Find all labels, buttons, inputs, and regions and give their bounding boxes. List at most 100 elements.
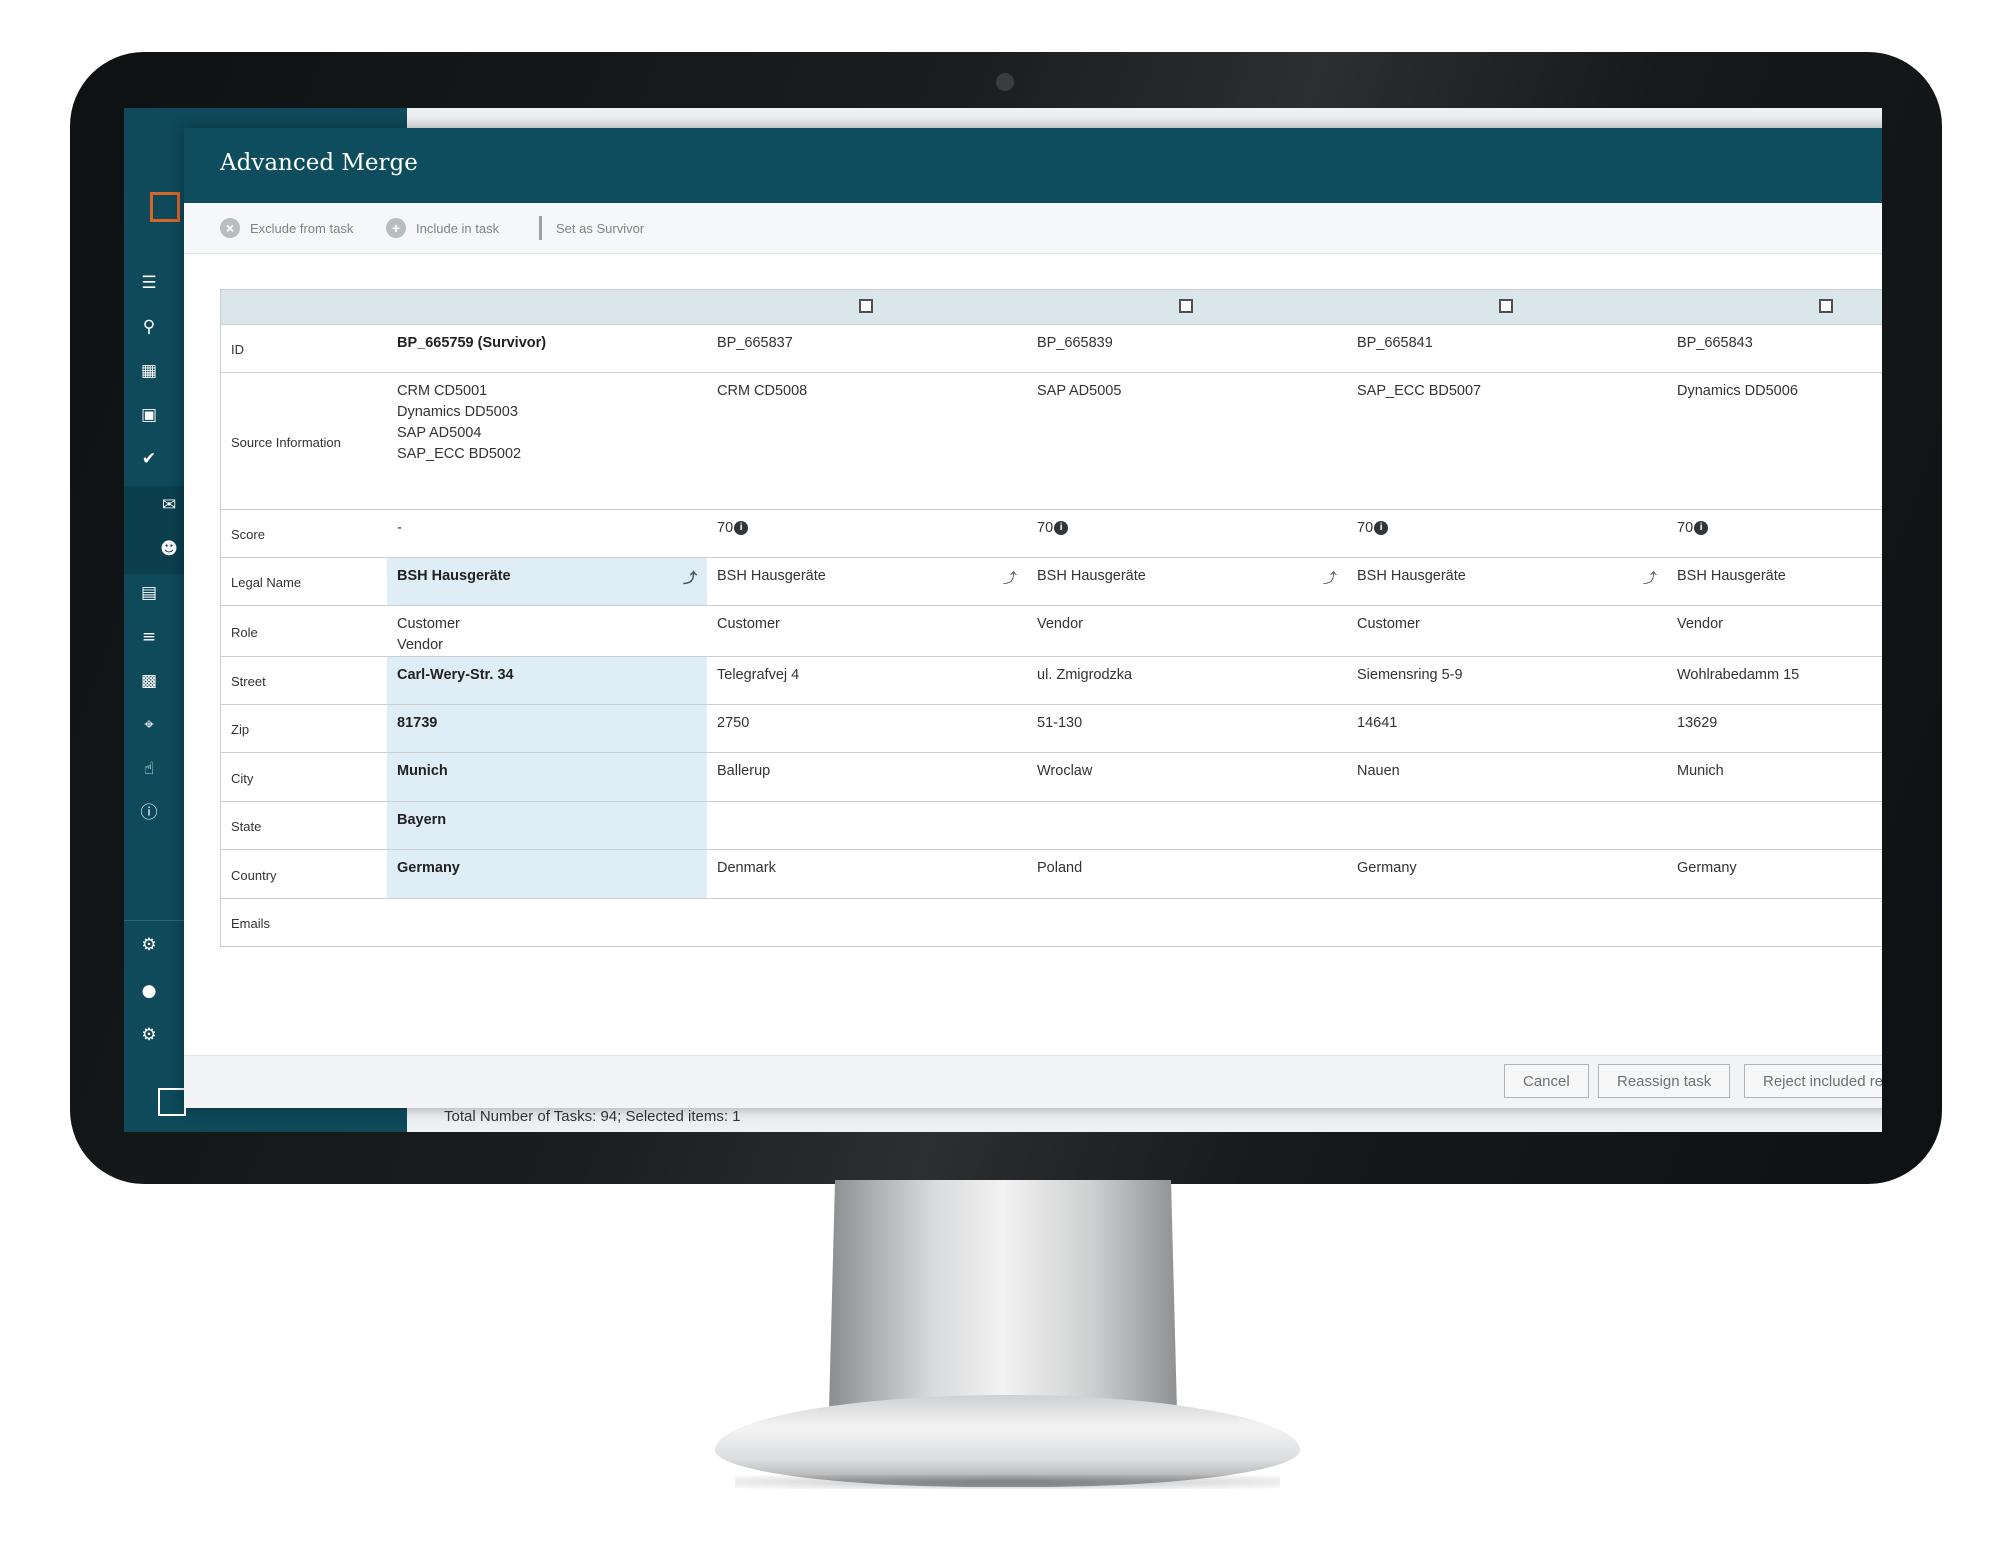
record-zip: 51-130 bbox=[1037, 715, 1083, 731]
record-score-cell: 70 i bbox=[1027, 510, 1347, 557]
record-score: 70 bbox=[1357, 520, 1374, 536]
record-legal-name-cell: BSH Hausgeräte ⤴ bbox=[707, 558, 1027, 605]
data-model-icon[interactable]: ▤ bbox=[138, 582, 160, 604]
record-checkbox[interactable] bbox=[1499, 299, 1513, 313]
filter-list-icon[interactable]: ≡ bbox=[138, 626, 160, 648]
row-label-score: Score bbox=[231, 527, 265, 542]
record-legal-name: BSH Hausgeräte bbox=[1357, 568, 1466, 584]
record-emails bbox=[1027, 899, 1347, 946]
table-row-score: Score - 70 i 70 i 70 i 70 i bbox=[221, 510, 1882, 558]
record-country: Germany bbox=[1677, 860, 1737, 876]
monitor-stand-shadow bbox=[735, 1475, 1280, 1489]
score-info-icon[interactable]: i bbox=[1694, 521, 1709, 536]
record-source-information: CRM CD5008 bbox=[717, 383, 808, 399]
record-score: 70 bbox=[717, 520, 734, 536]
crop-icon[interactable]: ⌖ bbox=[138, 714, 160, 736]
add-circle-icon: + bbox=[386, 218, 406, 238]
set-as-survivor-label: Set as Survivor bbox=[556, 220, 645, 236]
record-zip: 14641 bbox=[1357, 715, 1398, 731]
reject-included-records-button[interactable]: Reject included re bbox=[1744, 1064, 1882, 1098]
chat-icon[interactable]: ✉ bbox=[158, 494, 180, 516]
record-source-information: SAP AD5005 bbox=[1037, 383, 1122, 399]
cancel-button[interactable]: Cancel bbox=[1504, 1064, 1589, 1098]
record-street: Wohlrabedamm 15 bbox=[1677, 667, 1800, 683]
survivor-legal-name: BSH Hausgeräte bbox=[397, 568, 511, 584]
exclude-from-task-button[interactable]: × Exclude from task bbox=[220, 216, 353, 240]
record-checkbox[interactable] bbox=[1819, 299, 1833, 313]
row-label-source-information: Source Information bbox=[231, 434, 341, 450]
report-icon[interactable]: ▩ bbox=[138, 670, 160, 692]
search-icon[interactable]: ⚲ bbox=[138, 316, 160, 338]
record-checkbox[interactable] bbox=[859, 299, 873, 313]
record-country: Poland bbox=[1037, 860, 1083, 876]
dialog-header: Advanced Merge bbox=[184, 128, 1882, 203]
record-score: 70 bbox=[1037, 520, 1054, 536]
app-logo-icon bbox=[150, 192, 180, 222]
record-score: 70 bbox=[1677, 520, 1694, 536]
pin-icon[interactable]: ⤴ bbox=[1323, 568, 1337, 589]
screen: ☰ ⚲ ▦ ▣ ✔ ✉ ☻ ▤ ≡ ▩ ⌖ ☝ ⓘ ⚙ ● ⚙ Total Nu… bbox=[124, 108, 1882, 1132]
record-source-information: SAP_ECC BD5007 bbox=[1357, 383, 1482, 399]
record-city: Wroclaw bbox=[1037, 763, 1093, 779]
table-row-legal-name: Legal Name BSH Hausgeräte ⤴ BSH Hausgerät… bbox=[221, 558, 1882, 606]
row-label-city: City bbox=[231, 770, 254, 786]
record-state bbox=[707, 802, 1027, 849]
org-chart-icon[interactable]: ☰ bbox=[138, 272, 160, 294]
score-info-icon[interactable]: i bbox=[734, 521, 749, 536]
record-street: Siemensring 5-9 bbox=[1357, 667, 1463, 683]
survivor-zip: 81739 bbox=[387, 705, 707, 752]
survivor-id: BP_665759 (Survivor) bbox=[397, 335, 547, 351]
record-score-cell: 70 i bbox=[1667, 510, 1882, 557]
record-zip: 13629 bbox=[1677, 715, 1718, 731]
record-emails bbox=[1667, 899, 1882, 946]
touch-icon[interactable]: ☝ bbox=[138, 758, 160, 780]
user-icon[interactable]: ● bbox=[138, 980, 160, 1002]
row-label-state: State bbox=[231, 819, 262, 834]
pin-icon[interactable]: ⤴ bbox=[683, 568, 697, 589]
dialog-title: Advanced Merge bbox=[220, 150, 418, 176]
settings-icon[interactable]: ⚙ bbox=[138, 1024, 160, 1046]
row-label-zip: Zip bbox=[231, 722, 250, 737]
record-street: Telegrafvej 4 bbox=[717, 667, 800, 683]
exclude-from-task-label: Exclude from task bbox=[250, 220, 354, 236]
survivor-country: Germany bbox=[387, 850, 707, 898]
record-checkbox[interactable] bbox=[1179, 299, 1193, 313]
webcam bbox=[996, 73, 1014, 91]
record-id: BP_665837 bbox=[717, 335, 793, 351]
record-id: BP_665841 bbox=[1357, 335, 1433, 351]
record-city: Nauen bbox=[1357, 763, 1400, 779]
score-info-icon[interactable]: i bbox=[1054, 521, 1069, 536]
reassign-task-button[interactable]: Reassign task bbox=[1598, 1064, 1731, 1098]
row-label-role: Role bbox=[231, 624, 258, 640]
table-row-state: State Bayern bbox=[221, 802, 1882, 850]
user-settings-icon[interactable]: ☻ bbox=[158, 538, 180, 560]
survivor-city: Munich bbox=[387, 753, 707, 801]
hierarchy-icon[interactable]: ▦ bbox=[138, 360, 160, 382]
survivor-state: Bayern bbox=[387, 802, 707, 849]
table-row-id: ID BP_665759 (Survivor) BP_665837 BP_665… bbox=[221, 325, 1882, 373]
pin-icon[interactable]: ⤴ bbox=[1003, 568, 1017, 589]
score-info-icon[interactable]: i bbox=[1374, 521, 1389, 536]
collapse-sidebar-icon[interactable] bbox=[158, 1088, 186, 1116]
record-state bbox=[1667, 802, 1882, 849]
record-id: BP_665839 bbox=[1037, 335, 1113, 351]
row-label-emails: Emails bbox=[231, 916, 271, 931]
record-state bbox=[1027, 802, 1347, 849]
table-row-role: Role Customer Vendor Customer Vendor Cus… bbox=[221, 606, 1882, 657]
include-in-task-button[interactable]: + Include in task bbox=[386, 216, 499, 240]
record-score-cell: 70 i bbox=[1347, 510, 1667, 557]
record-zip: 2750 bbox=[717, 715, 750, 731]
record-emails bbox=[707, 899, 1027, 946]
table-row-country: Country Germany Denmark Poland Germany G… bbox=[221, 850, 1882, 899]
record-source-information: Dynamics DD5006 bbox=[1677, 383, 1798, 399]
info-icon[interactable]: ⓘ bbox=[138, 802, 160, 824]
dashboard-icon[interactable]: ▣ bbox=[138, 404, 160, 426]
check-circle-icon[interactable]: ✔ bbox=[138, 448, 160, 470]
pin-icon[interactable]: ⤴ bbox=[1643, 568, 1657, 589]
table-row-zip: Zip 81739 2750 51-130 14641 13629 bbox=[221, 705, 1882, 753]
notifications-icon[interactable]: ⚙ bbox=[138, 934, 160, 956]
set-as-survivor-button[interactable]: Set as Survivor bbox=[539, 216, 644, 240]
record-emails bbox=[1347, 899, 1667, 946]
record-legal-name: BSH Hausgeräte bbox=[1677, 568, 1786, 584]
survivor-emails bbox=[387, 899, 707, 946]
